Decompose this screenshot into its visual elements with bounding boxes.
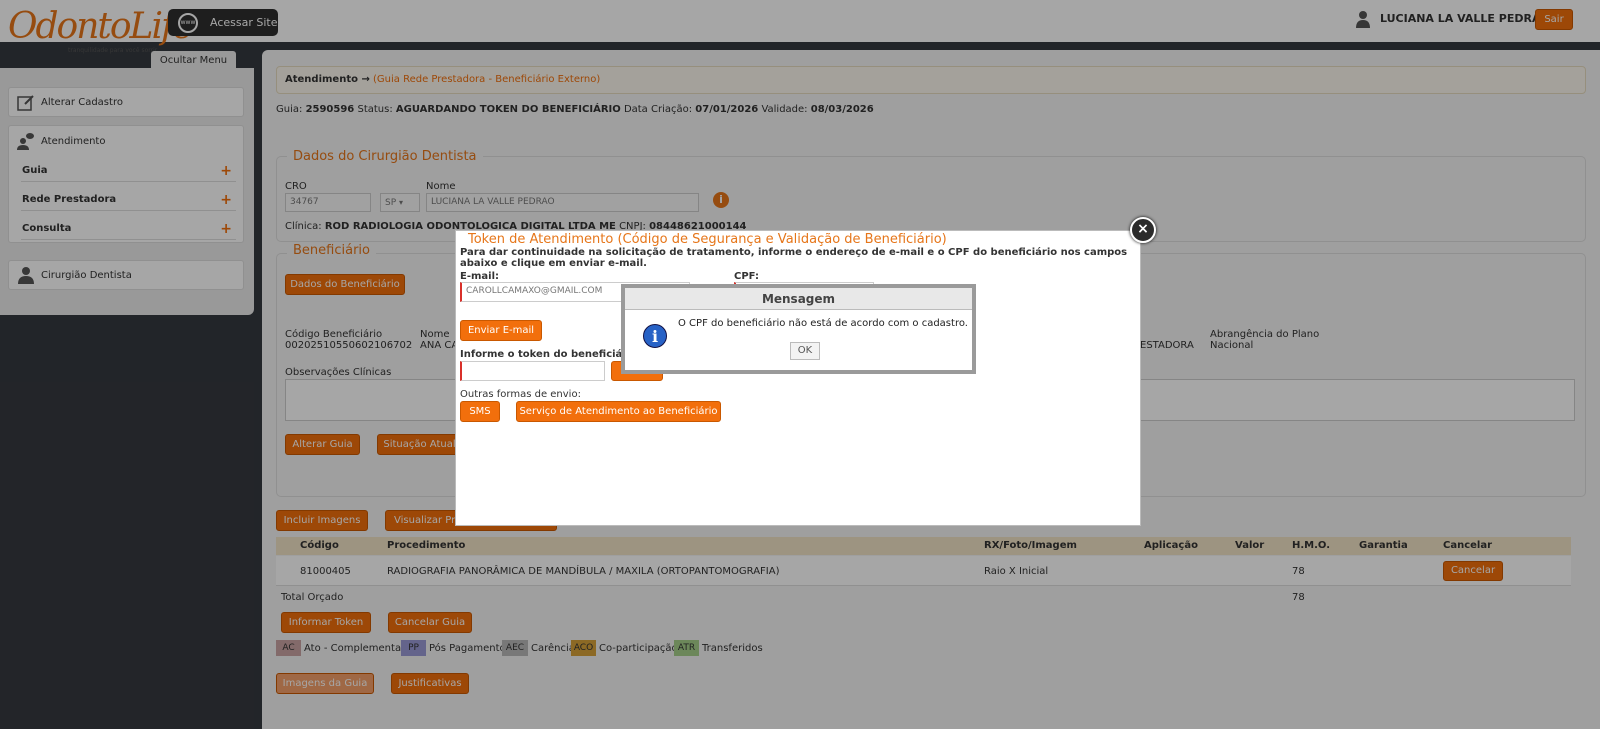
enviar-email-button[interactable]: Enviar E-mail — [460, 320, 542, 341]
message-title: Mensagem — [625, 288, 972, 310]
token-label: Informe o token do beneficiário — [460, 349, 638, 360]
token-modal: Token de Atendimento (Código de Seguranç… — [455, 230, 1141, 526]
token-field[interactable] — [460, 361, 605, 381]
message-dialog: Mensagem i O CPF do beneficiário não est… — [621, 284, 976, 374]
close-icon[interactable]: × — [1130, 217, 1156, 243]
ok-button[interactable]: OK — [790, 342, 820, 360]
cpf-label: CPF: — [734, 271, 759, 282]
sms-button[interactable]: SMS — [460, 401, 500, 422]
modal-description: Para dar continuidade na solicitação de … — [460, 247, 1128, 269]
info-icon: i — [643, 324, 667, 348]
modal-title: Token de Atendimento (Código de Seguranç… — [468, 232, 947, 247]
message-text: O CPF do beneficiário não está de acordo… — [678, 318, 968, 329]
button-label: SMS — [469, 406, 491, 417]
button-label: Serviço de Atendimento ao Beneficiário — [519, 406, 718, 417]
sab-button[interactable]: Serviço de Atendimento ao Beneficiário — [516, 401, 721, 422]
email-label: E-mail: — [460, 271, 500, 282]
button-label: Enviar E-mail — [467, 325, 535, 336]
outras-formas-label: Outras formas de envio: — [460, 389, 581, 400]
